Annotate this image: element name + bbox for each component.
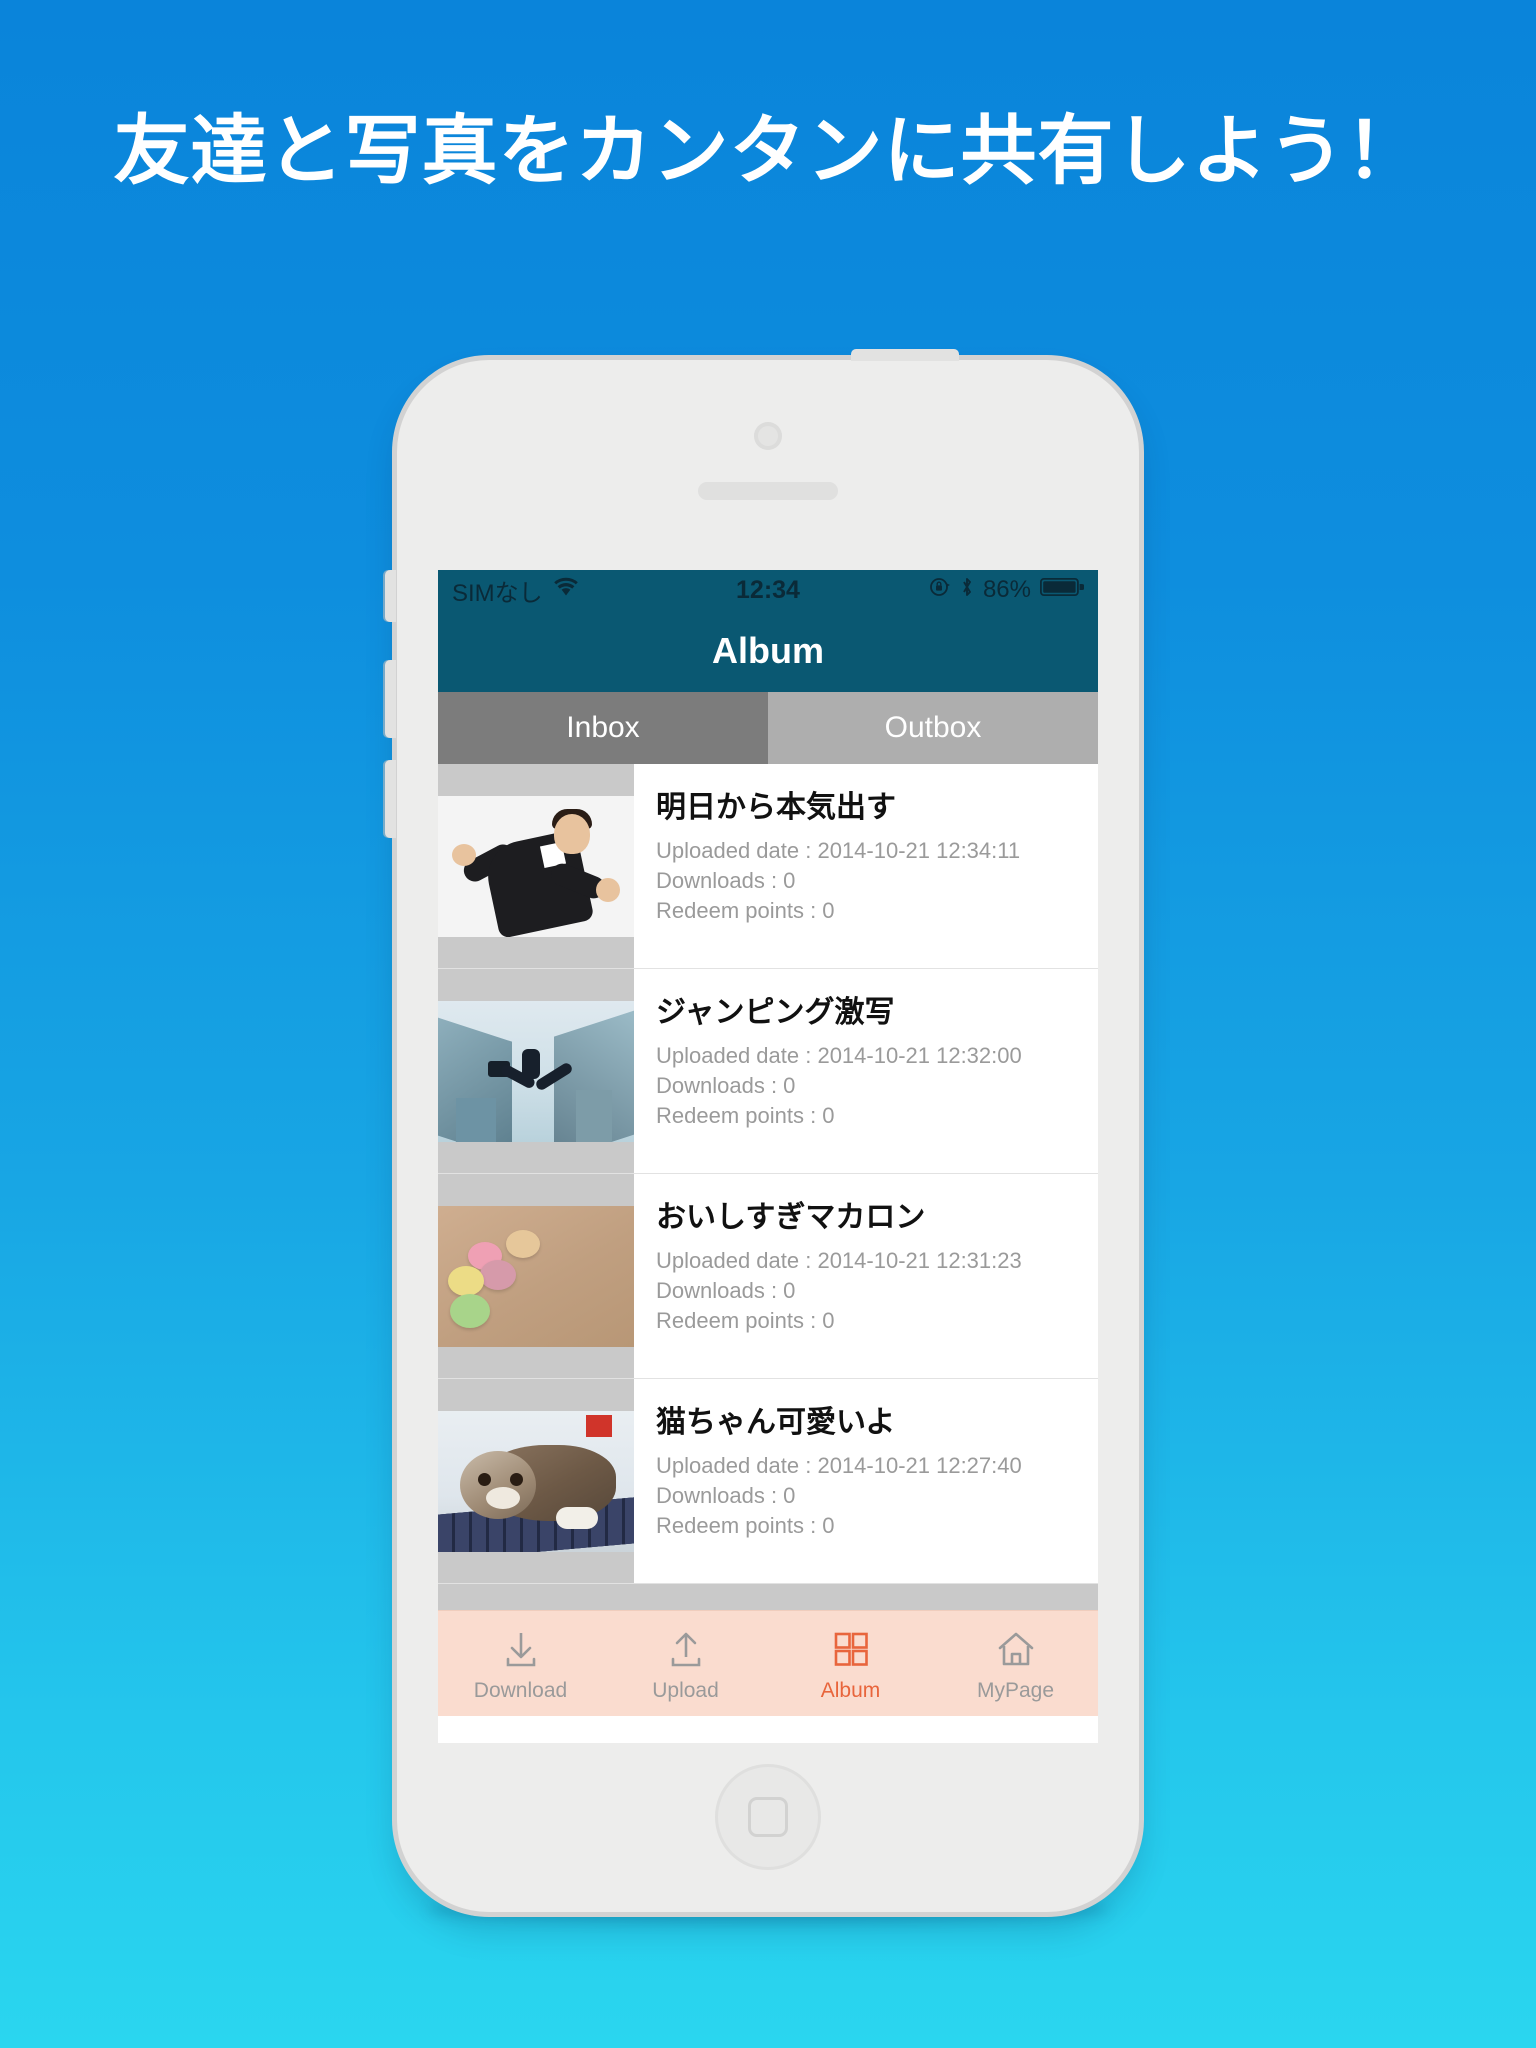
battery-icon <box>1039 576 1085 605</box>
grid-icon <box>828 1625 874 1673</box>
front-camera <box>754 422 782 450</box>
thumbnail-cell[interactable] <box>438 969 634 1173</box>
list-item[interactable]: ジャンピング激写 Uploaded date : 2014-10-21 12:3… <box>438 969 1098 1174</box>
status-bar-right: 86% <box>929 576 1085 605</box>
rotation-lock-icon <box>929 576 951 605</box>
page-title: Album <box>712 630 824 671</box>
list-item-downloads: Downloads : 0 <box>656 1482 796 1508</box>
volume-down-button[interactable] <box>385 760 396 838</box>
list-item[interactable]: 明日から本気出す Uploaded date : 2014-10-21 12:3… <box>438 764 1098 969</box>
thumbnail-cell[interactable] <box>438 764 634 968</box>
tab-album[interactable]: Album <box>768 1611 933 1716</box>
navigation-bar: Album <box>438 610 1098 692</box>
phone-body: SIMなし 12:34 86% Album Inbox Outbox 明日から本… <box>385 349 1139 1912</box>
list-item-body: ジャンピング激写 Uploaded date : 2014-10-21 12:3… <box>634 969 1098 1173</box>
status-bar: SIMなし 12:34 86% <box>438 570 1098 610</box>
silent-switch[interactable] <box>385 570 396 622</box>
list-item-uploaded-date: Uploaded date : 2014-10-21 12:31:23 <box>656 1248 1022 1273</box>
segmented-control: Inbox Outbox <box>438 692 1098 764</box>
list-item-body: 猫ちゃん可愛いよ Uploaded date : 2014-10-21 12:2… <box>634 1379 1098 1583</box>
thumbnail-cell[interactable] <box>438 1174 634 1378</box>
list-item-redeem-points: Redeem points : 0 <box>656 1102 835 1128</box>
tab-outbox-label: Outbox <box>884 711 982 744</box>
download-icon <box>498 1625 544 1673</box>
phone-mockup: SIMなし 12:34 86% Album Inbox Outbox 明日から本… <box>385 349 1139 1930</box>
list-item-redeem-points: Redeem points : 0 <box>656 1512 835 1538</box>
list-item-uploaded-date: Uploaded date : 2014-10-21 12:34:11 <box>656 838 1021 863</box>
list-item-title: 明日から本気出す <box>656 791 896 824</box>
list-item-uploaded-date: Uploaded date : 2014-10-21 12:27:40 <box>656 1453 1022 1478</box>
tab-outbox[interactable]: Outbox <box>768 692 1098 764</box>
list-item-title: おいしすぎマカロン <box>656 1201 926 1234</box>
tab-upload-label: Upload <box>652 1678 719 1702</box>
phone-screen: SIMなし 12:34 86% Album Inbox Outbox 明日から本… <box>438 570 1098 1743</box>
tab-inbox[interactable]: Inbox <box>438 692 768 764</box>
list-item-body: おいしすぎマカロン Uploaded date : 2014-10-21 12:… <box>634 1174 1098 1378</box>
man-in-suit-photo <box>438 795 634 937</box>
promo-headline: 友達と写真をカンタンに共有しよう！ <box>113 109 1423 194</box>
list-item-uploaded-date: Uploaded date : 2014-10-21 12:32:00 <box>656 1043 1022 1068</box>
businessman-jumping-between-buildings-photo <box>438 1000 634 1142</box>
tab-mypage-label: MyPage <box>976 1678 1055 1702</box>
home-button-square-icon <box>748 1797 788 1837</box>
thumbnail-cell[interactable] <box>438 1379 634 1583</box>
list-item[interactable]: 猫ちゃん可愛いよ Uploaded date : 2014-10-21 12:2… <box>438 1379 1098 1584</box>
list-item-downloads: Downloads : 0 <box>656 1277 796 1303</box>
macarons-photo <box>438 1205 634 1347</box>
home-button[interactable] <box>715 1764 821 1870</box>
list-item-downloads: Downloads : 0 <box>656 867 796 893</box>
volume-up-button[interactable] <box>385 660 396 738</box>
tab-mypage[interactable]: MyPage <box>933 1611 1098 1716</box>
list-item-title: 猫ちゃん可愛いよ <box>656 1406 896 1439</box>
earpiece-speaker <box>698 482 838 500</box>
list-item-title: ジャンピング激写 <box>656 996 895 1029</box>
tab-album-label: Album <box>820 1678 881 1702</box>
power-button[interactable] <box>851 349 959 361</box>
tab-download-label: Download <box>473 1678 568 1702</box>
tab-download[interactable]: Download <box>438 1611 603 1716</box>
upload-icon <box>663 1625 709 1673</box>
tab-upload[interactable]: Upload <box>603 1611 768 1716</box>
kitten-on-keyboard-photo <box>438 1410 634 1552</box>
bluetooth-icon <box>960 576 974 605</box>
list-item-redeem-points: Redeem points : 0 <box>656 1307 835 1333</box>
tab-inbox-label: Inbox <box>566 711 640 744</box>
bottom-tab-bar: Download Upload Album MyPage <box>438 1610 1098 1716</box>
album-list[interactable]: 明日から本気出す Uploaded date : 2014-10-21 12:3… <box>438 764 1098 1610</box>
list-item-body: 明日から本気出す Uploaded date : 2014-10-21 12:3… <box>634 764 1098 968</box>
battery-percent-label: 86% <box>982 576 1031 603</box>
list-item[interactable]: おいしすぎマカロン Uploaded date : 2014-10-21 12:… <box>438 1174 1098 1379</box>
list-item-redeem-points: Redeem points : 0 <box>656 897 835 923</box>
home-icon <box>993 1625 1039 1673</box>
list-item-downloads: Downloads : 0 <box>656 1072 796 1098</box>
